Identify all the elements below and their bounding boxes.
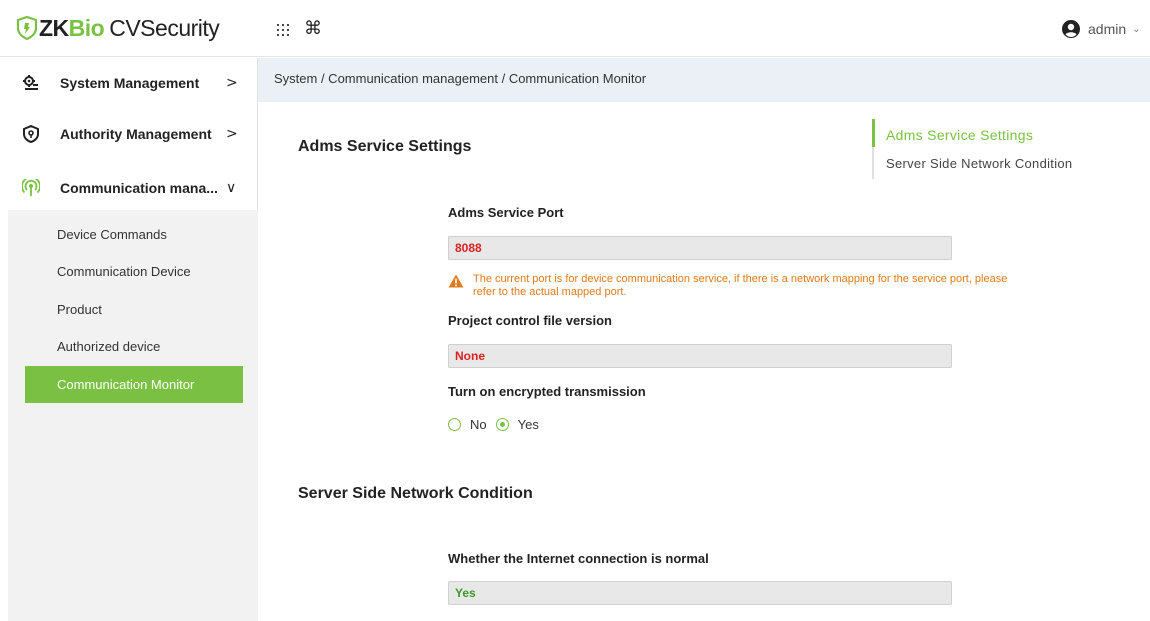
communication-icon: [22, 179, 40, 196]
encrypt-option-no-label: No: [470, 417, 487, 432]
encrypt-radio-no[interactable]: [448, 418, 461, 431]
chevron-down-icon: ⌄: [1132, 23, 1141, 35]
logo-cvsecurity-text: CVSecurity: [109, 15, 220, 41]
shield-logo-icon: [16, 16, 38, 40]
internet-label: Whether the Internet connection is norma…: [448, 551, 709, 566]
sidebar-item-device-commands[interactable]: Device Commands: [25, 216, 243, 253]
adms-port-field: 8088: [448, 236, 952, 260]
adms-port-label: Adms Service Port: [448, 205, 564, 220]
sidebar-item-authorized-device[interactable]: Authorized device: [25, 328, 243, 365]
anchor-link-adms-settings[interactable]: Adms Service Settings: [886, 127, 1033, 143]
anchor-link-network-condition[interactable]: Server Side Network Condition: [886, 156, 1072, 171]
encrypt-radio-yes[interactable]: [495, 418, 509, 431]
breadcrumb-bar: System / Communication management / Comm…: [258, 58, 1150, 102]
sidebar: System Management > Authority Management…: [0, 58, 258, 621]
version-field: None: [448, 344, 952, 368]
warning-icon: [448, 274, 464, 288]
sidebar-group-communication-management[interactable]: Communication mana... ∨: [0, 168, 258, 208]
sidebar-item-product[interactable]: Product: [25, 291, 243, 328]
section-title-network: Server Side Network Condition: [298, 485, 533, 502]
version-label: Project control file version: [448, 313, 612, 328]
anchor-nav: Adms Service Settings Server Side Networ…: [872, 119, 1072, 179]
sidebar-group-system-management[interactable]: System Management >: [0, 63, 258, 103]
sidebar-group-label: System Management: [60, 75, 200, 91]
sidebar-item-communication-device[interactable]: Communication Device: [25, 253, 243, 290]
encrypt-label: Turn on encrypted transmission: [448, 384, 646, 399]
user-avatar-icon: [1062, 20, 1080, 38]
encrypt-radio-group: No Yes: [448, 417, 548, 432]
main-content: Adms Service Settings Adms Service Setti…: [258, 102, 1150, 621]
app-logo[interactable]: ZKBio CVSecurity: [16, 12, 220, 44]
section-title-adms: Adms Service Settings: [298, 138, 472, 155]
radio-selected-dot: [499, 422, 505, 427]
command-icon[interactable]: ⌘: [304, 19, 322, 39]
warning-text: The current port is for device communica…: [473, 273, 1008, 298]
port-warning: The current port is for device communica…: [448, 273, 1008, 299]
user-menu[interactable]: admin ⌄: [1062, 20, 1141, 38]
logo-bio-text: Bio: [68, 15, 105, 41]
sidebar-submenu: Device Commands Communication Device Pro…: [8, 210, 258, 621]
logo-zk-text: ZK: [39, 15, 69, 41]
sidebar-group-label: Authority Management: [60, 126, 212, 142]
apps-grid-icon[interactable]: [276, 23, 290, 37]
top-bar: ZKBio CVSecurity ⌘ admin ⌄: [0, 0, 1150, 57]
breadcrumb: System / Communication management / Comm…: [274, 71, 647, 86]
sidebar-item-communication-monitor[interactable]: Communication Monitor: [25, 366, 243, 403]
chevron-down-icon: ∨: [226, 180, 237, 196]
chevron-right-icon: >: [226, 126, 238, 142]
chevron-right-icon: >: [226, 75, 238, 91]
user-name: admin: [1088, 21, 1127, 37]
sidebar-group-authority-management[interactable]: Authority Management >: [0, 114, 258, 154]
anchor-active-indicator: [872, 119, 875, 147]
authority-management-icon: [23, 125, 39, 143]
system-management-icon: [23, 75, 38, 90]
encrypt-option-yes-label: Yes: [517, 417, 539, 432]
internet-field: Yes: [448, 581, 952, 605]
sidebar-group-label: Communication mana...: [60, 180, 218, 196]
